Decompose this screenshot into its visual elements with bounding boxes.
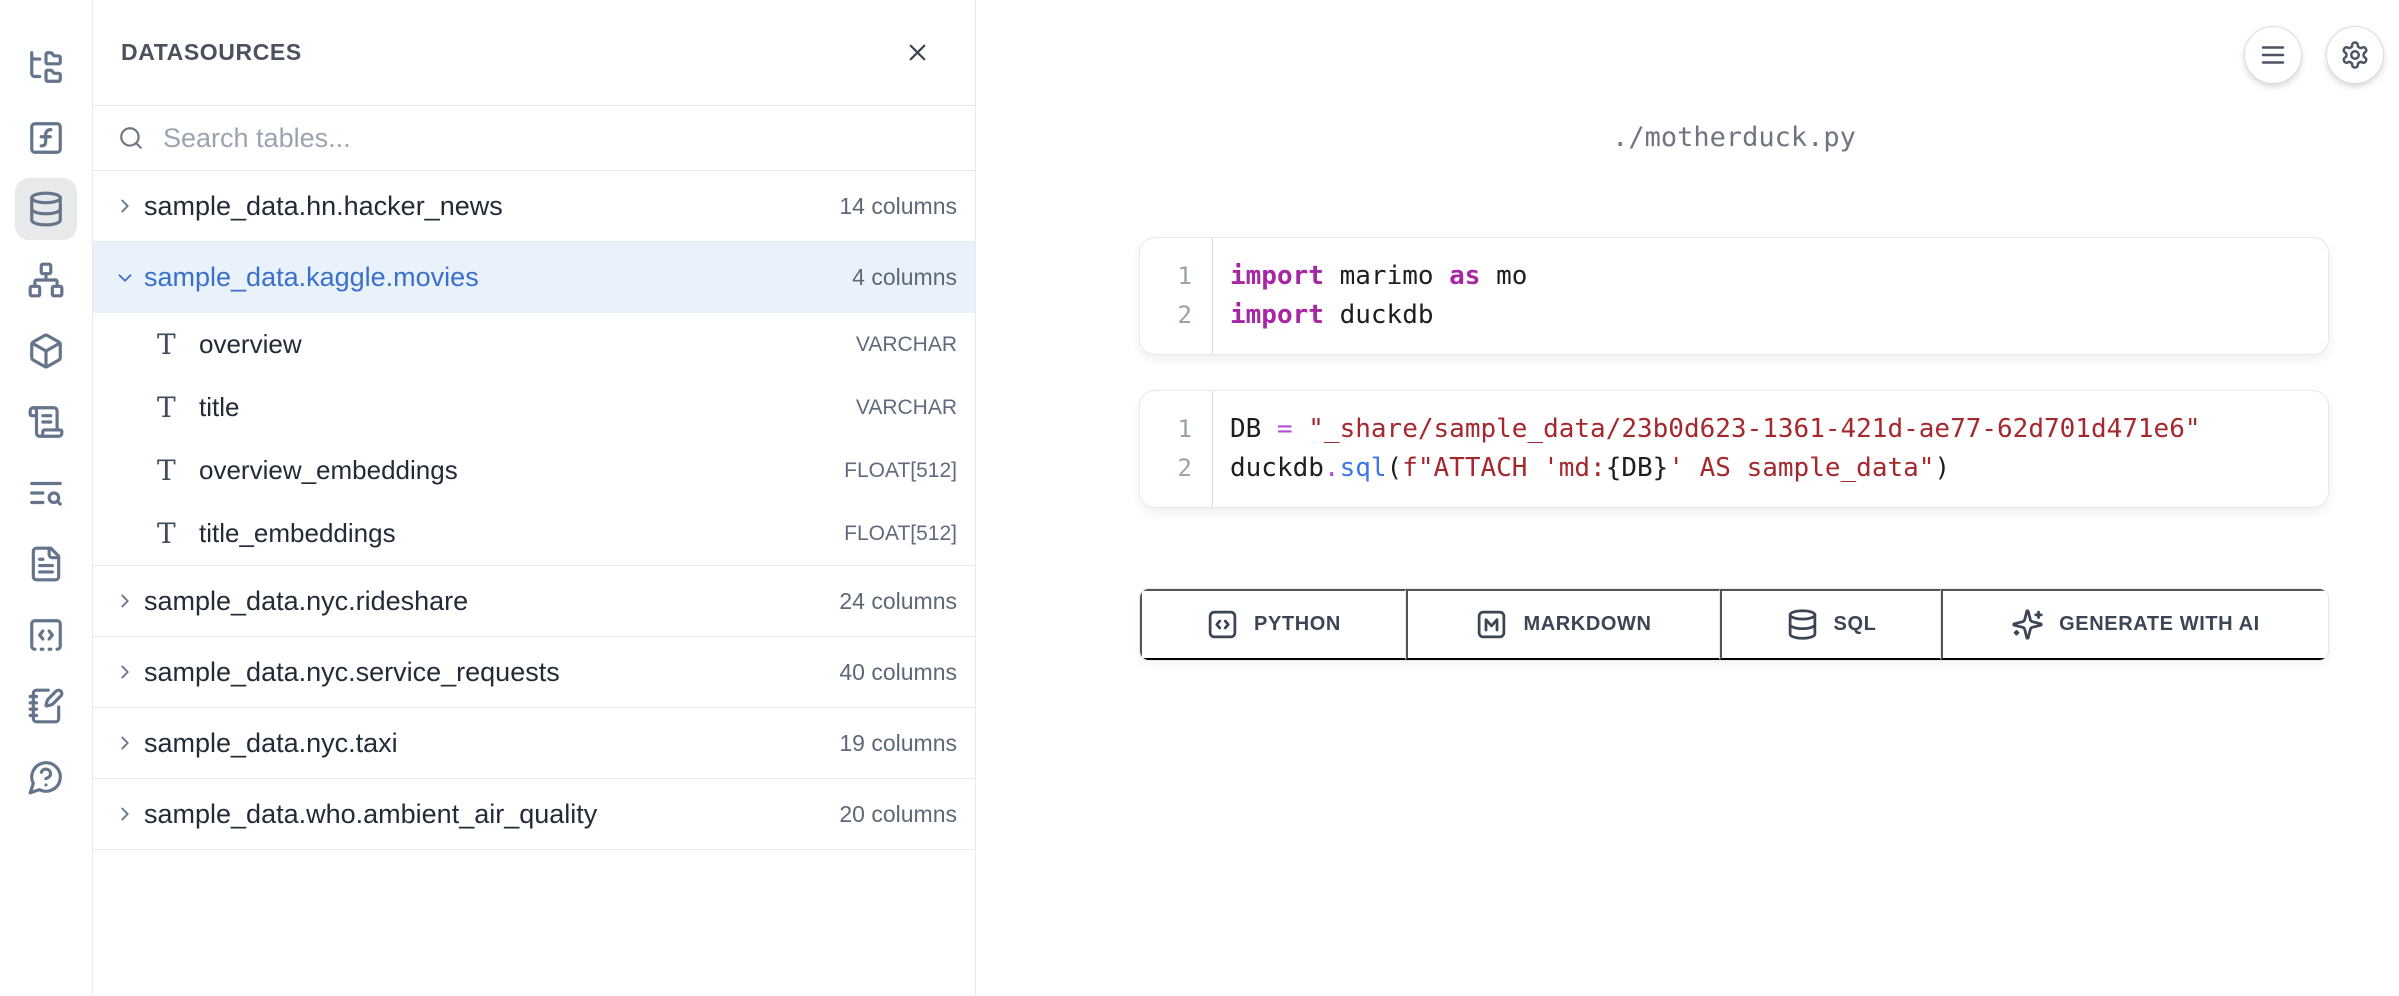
table-name: sample_data.nyc.rideshare (144, 586, 468, 617)
table-row-service-requests[interactable]: sample_data.nyc.service_requests 40 colu… (93, 637, 975, 708)
sidebar-item-variables[interactable] (15, 107, 77, 169)
notebook-pen-icon (27, 687, 65, 725)
search-input[interactable] (163, 123, 975, 154)
settings-button[interactable] (2326, 26, 2384, 84)
table-name: sample_data.who.ambient_air_quality (144, 799, 597, 830)
table-name: sample_data.nyc.taxi (144, 728, 398, 759)
line-number-gutter: 12 (1140, 238, 1212, 354)
gear-icon (2340, 40, 2370, 70)
code-square-icon (1206, 608, 1239, 641)
add-python-cell-button[interactable]: PYTHON (1140, 589, 1406, 660)
close-panel-button[interactable] (900, 35, 935, 70)
table-column-count: 19 columns (839, 730, 957, 757)
add-markdown-cell-button[interactable]: MARKDOWN (1406, 589, 1720, 660)
notebook-menu-button[interactable] (2244, 26, 2302, 84)
markdown-square-icon (1475, 608, 1508, 641)
generate-with-ai-button[interactable]: GENERATE WITH AI (1941, 589, 2328, 660)
tables-list: sample_data.hn.hacker_news 14 columns sa… (93, 171, 975, 996)
column-type: VARCHAR (856, 333, 957, 357)
column-name: overview_embeddings (199, 455, 458, 486)
panel-header: DATASOURCES (93, 0, 975, 106)
table-column-count: 14 columns (839, 193, 957, 220)
code-snippet-square-icon (27, 616, 65, 654)
function-square-icon (27, 119, 65, 157)
table-row-rideshare[interactable]: sample_data.nyc.rideshare 24 columns (93, 566, 975, 637)
chevron-down-icon (114, 267, 136, 289)
search-bar (93, 106, 975, 171)
sidebar-item-packages[interactable] (15, 320, 77, 382)
page-title: DATASOURCES (121, 39, 302, 66)
notebook-area: ./motherduck.py 12 import marimo as moim… (976, 0, 2399, 996)
table-row-hacker-news[interactable]: sample_data.hn.hacker_news 14 columns (93, 171, 975, 242)
database-icon (1786, 608, 1819, 641)
chevron-right-icon (114, 590, 136, 612)
sidebar-item-datasources[interactable] (15, 178, 77, 240)
table-row-ambient-air-quality[interactable]: sample_data.who.ambient_air_quality 20 c… (93, 779, 975, 850)
column-row-overview-embeddings[interactable]: T overview_embeddings FLOAT[512] (93, 439, 975, 502)
sidebar-item-scratchpad[interactable] (15, 675, 77, 737)
column-name: title_embeddings (199, 518, 396, 549)
database-icon (27, 190, 65, 228)
column-type: VARCHAR (856, 396, 957, 420)
folder-tree-icon (27, 48, 65, 86)
scroll-text-icon (27, 403, 65, 441)
sidebar-item-search[interactable] (15, 462, 77, 524)
network-icon (27, 261, 65, 299)
type-text-icon: T (157, 517, 187, 550)
table-row-kaggle-movies[interactable]: sample_data.kaggle.movies 4 columns (93, 242, 975, 313)
column-name: overview (199, 329, 302, 360)
chevron-right-icon (114, 661, 136, 683)
sidebar-item-dependencies[interactable] (15, 249, 77, 311)
button-label: PYTHON (1254, 613, 1341, 636)
type-text-icon: T (157, 328, 187, 361)
table-column-count: 20 columns (839, 801, 957, 828)
sparkles-icon (2011, 608, 2044, 641)
sidebar-item-help[interactable] (15, 746, 77, 808)
table-name: sample_data.hn.hacker_news (144, 191, 503, 222)
hamburger-menu-icon (2258, 40, 2288, 70)
button-label: SQL (1834, 613, 1877, 636)
table-name: sample_data.kaggle.movies (144, 262, 479, 293)
app-root: DATASOURCES sample_data.hn.hacker_news 1… (0, 0, 2399, 996)
table-column-count: 24 columns (839, 588, 957, 615)
sidebar-item-files[interactable] (15, 36, 77, 98)
notebook-filename[interactable]: ./motherduck.py (1139, 122, 2329, 153)
column-name: title (199, 392, 239, 423)
help-chat-icon (27, 758, 65, 796)
table-row-taxi[interactable]: sample_data.nyc.taxi 19 columns (93, 708, 975, 779)
package-icon (27, 332, 65, 370)
table-column-count: 4 columns (852, 264, 957, 291)
add-sql-cell-button[interactable]: SQL (1720, 589, 1941, 660)
file-text-icon (27, 545, 65, 583)
code-cell-imports[interactable]: 12 import marimo as moimport duckdb (1139, 237, 2329, 355)
chevron-right-icon (114, 732, 136, 754)
column-row-title-embeddings[interactable]: T title_embeddings FLOAT[512] (93, 502, 975, 565)
chevron-right-icon (114, 803, 136, 825)
table-name: sample_data.nyc.service_requests (144, 657, 560, 688)
sidebar-item-logs[interactable] (15, 391, 77, 453)
text-search-icon (27, 474, 65, 512)
column-row-overview[interactable]: T overview VARCHAR (93, 313, 975, 376)
add-cell-buttons: PYTHON MARKDOWN SQL GENERATE WITH AI (1139, 588, 2329, 661)
code-cell-attach-db[interactable]: 12 DB = "_share/sample_data/23b0d623-136… (1139, 390, 2329, 508)
activity-rail (0, 0, 93, 996)
type-text-icon: T (157, 454, 187, 487)
code-editor[interactable]: import marimo as moimport duckdb (1212, 238, 2328, 354)
column-row-title[interactable]: T title VARCHAR (93, 376, 975, 439)
type-text-icon: T (157, 391, 187, 424)
column-list: T overview VARCHAR T title VARCHAR T ove… (93, 313, 975, 566)
sidebar-item-documentation[interactable] (15, 533, 77, 595)
code-editor[interactable]: DB = "_share/sample_data/23b0d623-1361-4… (1212, 391, 2328, 507)
datasources-panel: DATASOURCES sample_data.hn.hacker_news 1… (93, 0, 976, 996)
button-label: GENERATE WITH AI (2059, 613, 2260, 636)
close-icon (904, 39, 931, 66)
chevron-right-icon (114, 195, 136, 217)
column-type: FLOAT[512] (844, 522, 957, 546)
table-column-count: 40 columns (839, 659, 957, 686)
column-type: FLOAT[512] (844, 459, 957, 483)
line-number-gutter: 12 (1140, 391, 1212, 507)
search-icon (118, 125, 144, 151)
button-label: MARKDOWN (1523, 613, 1651, 636)
sidebar-item-snippets[interactable] (15, 604, 77, 666)
